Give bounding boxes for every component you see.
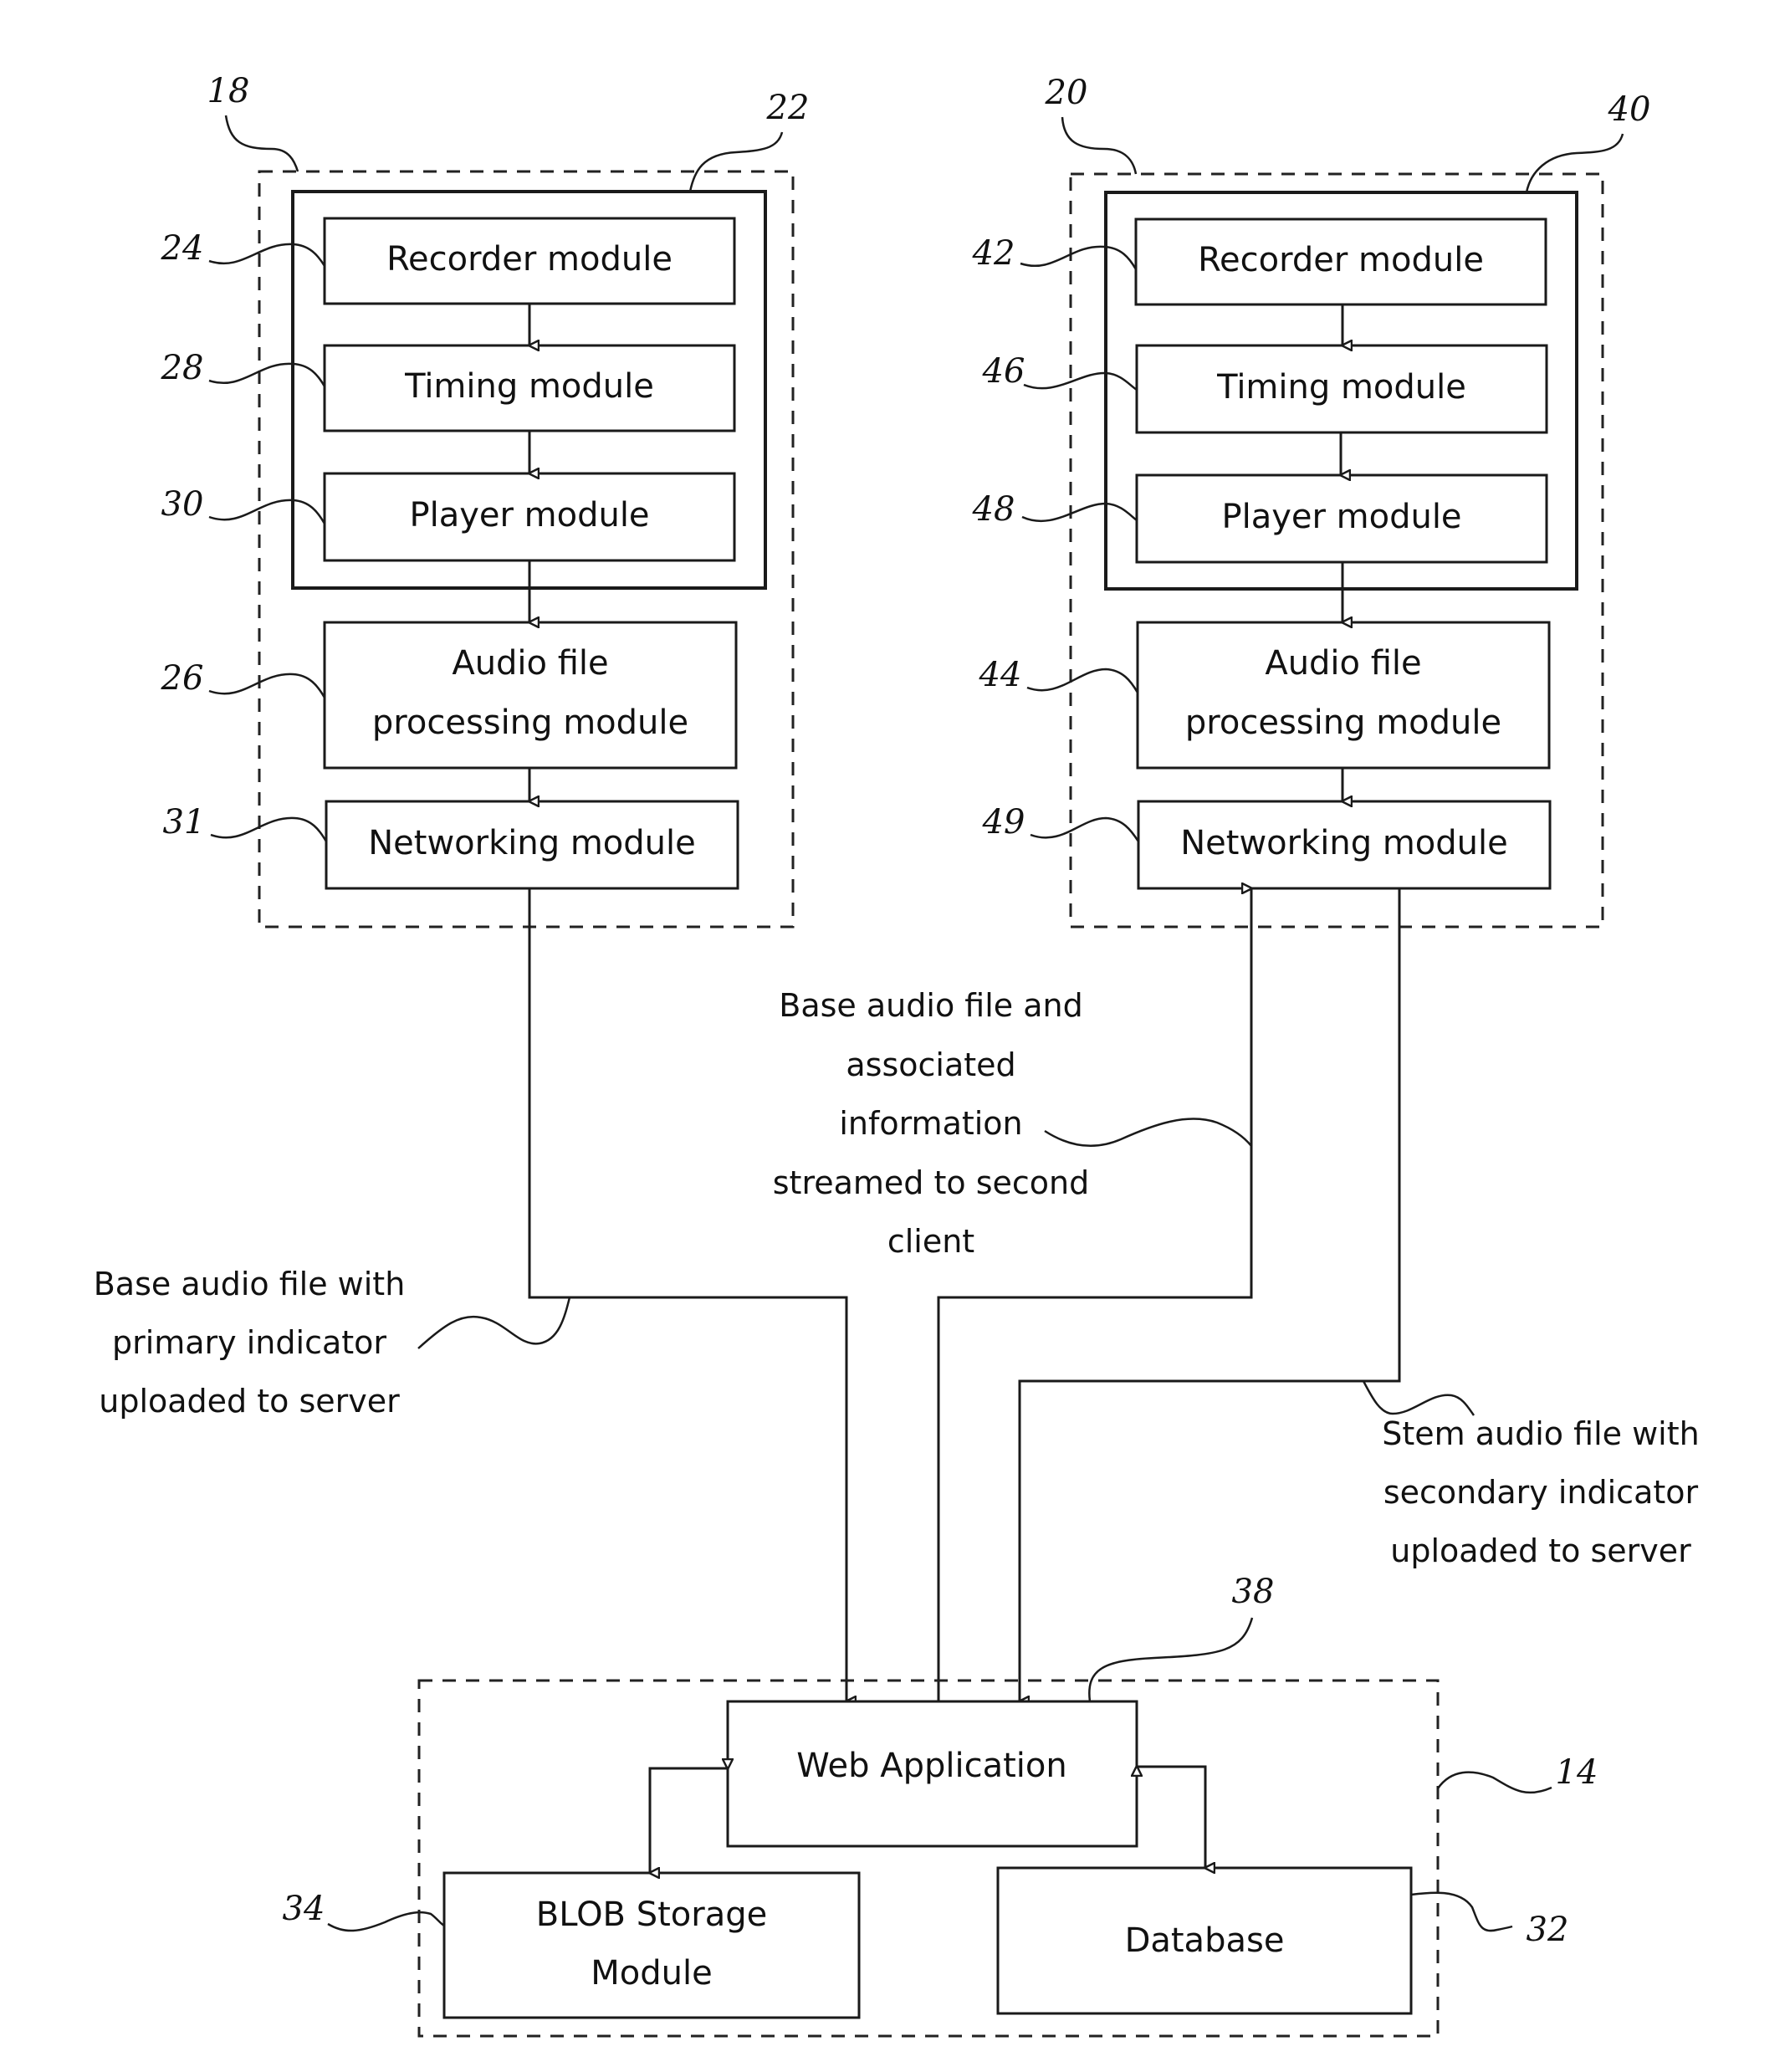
ref-42: 42 [972,234,1015,273]
blob-storage-module[interactable]: BLOB Storage Module [442,1871,861,2019]
database-label: Database [1125,1921,1285,1960]
leader-24 [208,243,326,267]
ref-20: 20 [1045,74,1088,112]
annotation-line: Base audio file and [779,987,1082,1024]
ref-38: 38 [1232,1573,1275,1611]
module-label: Networking module [1180,824,1507,862]
annotation-stream: Base audio file and associated informati… [773,987,1252,1260]
second-timing-module[interactable]: Timing module [1135,344,1548,434]
ref-30: 30 [161,485,204,524]
ref-49: 49 [982,803,1025,842]
annotation-line: associated [846,1046,1015,1083]
second-client-device: Recorder module Timing module Player mod… [972,74,1651,929]
annotation-base-upload: Base audio file with primary indicator u… [94,1266,571,1420]
blob-label-line1: BLOB Storage [536,1895,767,1934]
module-label: Player module [1221,498,1461,536]
first-player-module[interactable]: Player module [323,472,736,562]
blob-label-line2: Module [591,1954,712,1993]
leader-22 [688,131,784,192]
second-recorder-module[interactable]: Recorder module [1134,217,1547,306]
module-label-line2: processing module [372,703,688,742]
annotation-line: uploaded to server [1390,1532,1691,1569]
leader-base-upload [417,1297,571,1349]
second-networking-module[interactable]: Networking module [1137,800,1552,890]
module-label: Recorder module [386,240,673,279]
ref-22: 22 [766,89,810,127]
leader-26 [208,673,326,698]
annotation-line: Base audio file with [94,1266,406,1302]
leader-44 [1026,668,1139,693]
annotation-line: client [887,1223,974,1260]
leader-30 [208,499,326,524]
module-label-line1: Audio file [452,644,608,683]
first-networking-module[interactable]: Networking module [325,800,739,890]
second-audio-processing-module[interactable]: Audio file processing module [1136,621,1551,770]
module-label-line2: processing module [1185,703,1501,742]
ref-26: 26 [161,659,204,698]
web-application[interactable]: Web Application [726,1700,1138,1848]
module-label: Timing module [404,367,654,406]
annotation-line: uploaded to server [99,1383,400,1420]
ref-34: 34 [283,1890,325,1928]
leader-28 [208,362,326,387]
web-application-label: Web Application [796,1747,1066,1785]
ref-44: 44 [979,656,1022,694]
annotation-stem-upload: Stem audio file with secondary indicator… [1362,1380,1700,1569]
leader-38 [1088,1617,1254,1702]
annotation-line: Stem audio file with [1382,1415,1699,1452]
module-label: Timing module [1216,368,1466,407]
ref-18: 18 [207,72,250,110]
system-diagram: Recorder module Timing module Player mod… [94,72,1700,2038]
leader-stem-upload [1362,1380,1475,1416]
leader-48 [1021,502,1138,523]
link-blob-webapp [650,1768,728,1873]
ref-40: 40 [1608,90,1651,129]
ref-48: 48 [972,490,1015,529]
ref-24: 24 [161,229,204,268]
database[interactable]: Database [996,1866,1413,2015]
leader-46 [1023,371,1138,391]
leader-34 [327,1911,445,1932]
module-label: Player module [409,496,649,535]
ref-31: 31 [163,803,206,842]
first-audio-processing-module[interactable]: Audio file processing module [323,621,738,770]
server: Web Application BLOB Storage Module Data… [283,1573,1598,2038]
annotation-line: primary indicator [112,1324,386,1361]
leader-14 [1436,1771,1552,1794]
module-label-line1: Audio file [1265,644,1421,683]
first-client-device: Recorder module Timing module Player mod… [161,72,810,929]
annotation-line: information [839,1105,1022,1142]
link-webapp-database [1137,1767,1205,1868]
ref-14: 14 [1556,1753,1598,1792]
second-player-module[interactable]: Player module [1135,473,1548,564]
ref-32: 32 [1527,1911,1569,1949]
annotation-line: secondary indicator [1383,1474,1699,1511]
module-label: Recorder module [1198,241,1484,279]
leader-40 [1525,133,1624,193]
ref-46: 46 [982,352,1025,391]
leader-20 [1061,116,1138,175]
leader-32 [1410,1891,1513,1932]
leader-42 [1020,245,1138,270]
leader-18 [224,115,299,172]
first-timing-module[interactable]: Timing module [323,344,736,432]
module-label: Networking module [368,824,695,862]
leader-stream [1044,1118,1252,1148]
annotation-line: streamed to second [773,1164,1090,1201]
first-recorder-module[interactable]: Recorder module [323,217,736,305]
leader-31 [210,816,328,842]
ref-28: 28 [161,349,204,387]
leader-49 [1030,816,1140,842]
